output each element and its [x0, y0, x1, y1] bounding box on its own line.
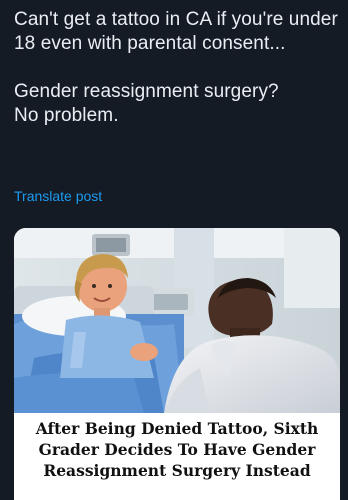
headline-line: Grader Decides To Have Gender: [38, 440, 316, 459]
article-headline: After Being Denied Tattoo, Sixth Grader …: [14, 418, 340, 481]
hospital-photo: [14, 228, 340, 413]
post-line-question: Gender reassignment surgery?: [14, 81, 279, 102]
post-text: Can't get a tattoo in CA if you're under…: [14, 8, 340, 128]
headline-line: After Being Denied Tattoo, Sixth: [35, 419, 319, 438]
headline-line: Reassignment Surgery Instead: [43, 461, 311, 480]
post-line-answer: No problem.: [14, 105, 119, 126]
translate-post-link[interactable]: Translate post: [14, 188, 102, 204]
link-preview-card[interactable]: After Being Denied Tattoo, Sixth Grader …: [14, 228, 340, 500]
post-paragraph-tattoo: Can't get a tattoo in CA if you're under…: [14, 9, 338, 54]
post-paragraph-surgery: Gender reassignment surgery? No problem.: [14, 80, 340, 128]
